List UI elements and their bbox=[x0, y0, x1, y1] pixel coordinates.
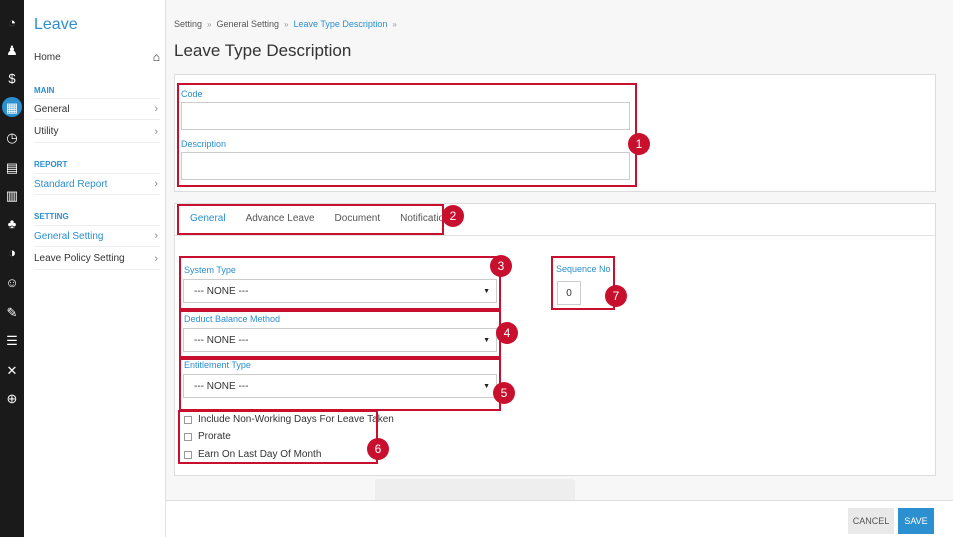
users-icon[interactable]: ♟ bbox=[2, 40, 22, 60]
breadcrumb-general-setting[interactable]: General Setting bbox=[216, 19, 279, 29]
entitlement-type-select[interactable]: --- NONE --- ▼ bbox=[183, 374, 497, 398]
cancel-button[interactable]: CANCEL bbox=[848, 508, 894, 534]
edit-icon[interactable]: ✎ bbox=[2, 302, 22, 322]
sidebar-item-label: Utility bbox=[34, 126, 59, 137]
checkbox-row-prorate[interactable]: Prorate bbox=[184, 431, 231, 442]
sidebar-item-general[interactable]: General › bbox=[34, 98, 160, 120]
sidebar-item-standard-report[interactable]: Standard Report › bbox=[34, 173, 160, 195]
annotation-badge-5: 5 bbox=[493, 382, 515, 404]
sequence-no-input[interactable]: 0 bbox=[557, 281, 581, 305]
clock-icon[interactable]: ◷ bbox=[2, 127, 22, 147]
deduct-balance-label: Deduct Balance Method bbox=[184, 314, 281, 324]
chevron-right-icon: › bbox=[154, 125, 158, 138]
section-main: MAIN bbox=[34, 86, 55, 95]
page-title: Leave Type Description bbox=[174, 41, 352, 60]
annotation-badge-1: 1 bbox=[628, 133, 650, 155]
sidebar-item-leave-policy-setting[interactable]: Leave Policy Setting › bbox=[34, 248, 160, 270]
sequence-no-label: Sequence No bbox=[556, 264, 611, 274]
checkbox[interactable] bbox=[184, 450, 192, 459]
tab-advance-leave[interactable]: Advance Leave bbox=[236, 207, 325, 230]
checkbox-label: Prorate bbox=[198, 431, 231, 442]
person-icon[interactable]: ♣ bbox=[2, 213, 22, 233]
annotation-badge-4: 4 bbox=[496, 322, 518, 344]
schedule-icon[interactable]: ▥ bbox=[2, 185, 22, 205]
description-input[interactable] bbox=[181, 152, 630, 180]
sidebar-item-label: General bbox=[34, 103, 70, 115]
tab-general[interactable]: General bbox=[180, 207, 236, 230]
smile-icon[interactable]: ☺ bbox=[2, 272, 22, 292]
sidebar-item-label: Leave Policy Setting bbox=[34, 253, 125, 264]
breadcrumb: Setting » General Setting » Leave Type D… bbox=[174, 19, 397, 29]
upload-icon[interactable]: ⊕ bbox=[2, 388, 22, 408]
system-type-select[interactable]: --- NONE --- ▼ bbox=[183, 279, 497, 303]
app-title: Leave bbox=[34, 16, 78, 33]
calendar-icon[interactable]: ▦ bbox=[2, 97, 22, 117]
code-input[interactable] bbox=[181, 102, 630, 130]
caret-down-icon: ▼ bbox=[483, 336, 490, 344]
checkbox[interactable] bbox=[184, 415, 192, 424]
caret-down-icon: ▼ bbox=[483, 287, 490, 295]
description-label: Description bbox=[181, 139, 227, 149]
sidebar-item-label: Standard Report bbox=[34, 178, 108, 190]
select-value: --- NONE --- bbox=[194, 334, 249, 346]
chevron-right-icon: › bbox=[154, 252, 158, 265]
chevron-right-icon: › bbox=[154, 103, 158, 115]
code-label: Code bbox=[181, 89, 203, 99]
checkbox-row-non-working-days[interactable]: Include Non-Working Days For Leave Taken bbox=[184, 414, 394, 425]
tab-divider bbox=[175, 235, 935, 236]
icon-rail: ◔ ♟ $ ▦ ◷ ▤ ▥ ♣ ◑ ☺ ✎ ☰ ✕ ⊕ bbox=[0, 0, 24, 537]
tools-icon[interactable]: ✕ bbox=[2, 360, 22, 380]
list-icon[interactable]: ☰ bbox=[2, 330, 22, 350]
select-value: --- NONE --- bbox=[194, 285, 249, 297]
caret-down-icon: ▼ bbox=[483, 382, 490, 390]
breadcrumb-separator: » bbox=[207, 19, 212, 29]
tab-document[interactable]: Document bbox=[325, 207, 391, 230]
checkbox-label: Include Non-Working Days For Leave Taken bbox=[198, 414, 394, 425]
annotation-badge-7: 7 bbox=[605, 285, 627, 307]
breadcrumb-setting[interactable]: Setting bbox=[174, 19, 202, 29]
breadcrumb-separator: » bbox=[284, 19, 289, 29]
annotation-badge-2: 2 bbox=[442, 205, 464, 227]
section-setting: SETTING bbox=[34, 212, 69, 221]
section-report: REPORT bbox=[34, 160, 68, 169]
dashboard-icon[interactable]: ◔ bbox=[2, 12, 22, 32]
system-type-label: System Type bbox=[184, 265, 236, 275]
select-value: --- NONE --- bbox=[194, 380, 249, 392]
sidebar-item-home[interactable]: Home ⌂ bbox=[34, 46, 160, 68]
payroll-icon[interactable]: $ bbox=[2, 68, 22, 88]
save-button[interactable]: SAVE bbox=[898, 508, 934, 534]
entitlement-type-label: Entitlement Type bbox=[184, 360, 251, 370]
sidebar: Leave Home ⌂ MAIN General › Utility › RE… bbox=[24, 0, 166, 537]
checkbox-row-earn-last-day[interactable]: Earn On Last Day Of Month bbox=[184, 449, 321, 460]
home-icon: ⌂ bbox=[152, 50, 160, 64]
breadcrumb-separator: » bbox=[392, 19, 397, 29]
breadcrumb-current: Leave Type Description bbox=[293, 19, 388, 29]
annotation-badge-3: 3 bbox=[490, 255, 512, 277]
tab-bar: General Advance Leave Document Notificat… bbox=[180, 207, 460, 230]
footer-bar bbox=[166, 500, 953, 537]
deduct-balance-select[interactable]: --- NONE --- ▼ bbox=[183, 328, 497, 352]
chart-icon[interactable]: ◑ bbox=[2, 242, 22, 262]
checkbox[interactable] bbox=[184, 432, 192, 441]
checkbox-label: Earn On Last Day Of Month bbox=[198, 449, 322, 460]
chevron-right-icon: › bbox=[154, 178, 158, 190]
document-icon[interactable]: ▤ bbox=[2, 157, 22, 177]
sidebar-item-label: Home bbox=[34, 51, 61, 63]
sidebar-item-general-setting[interactable]: General Setting › bbox=[34, 225, 160, 247]
annotation-badge-6: 6 bbox=[367, 438, 389, 460]
sidebar-item-utility[interactable]: Utility › bbox=[34, 121, 160, 143]
chevron-right-icon: › bbox=[154, 230, 158, 242]
sidebar-item-label: General Setting bbox=[34, 230, 104, 242]
